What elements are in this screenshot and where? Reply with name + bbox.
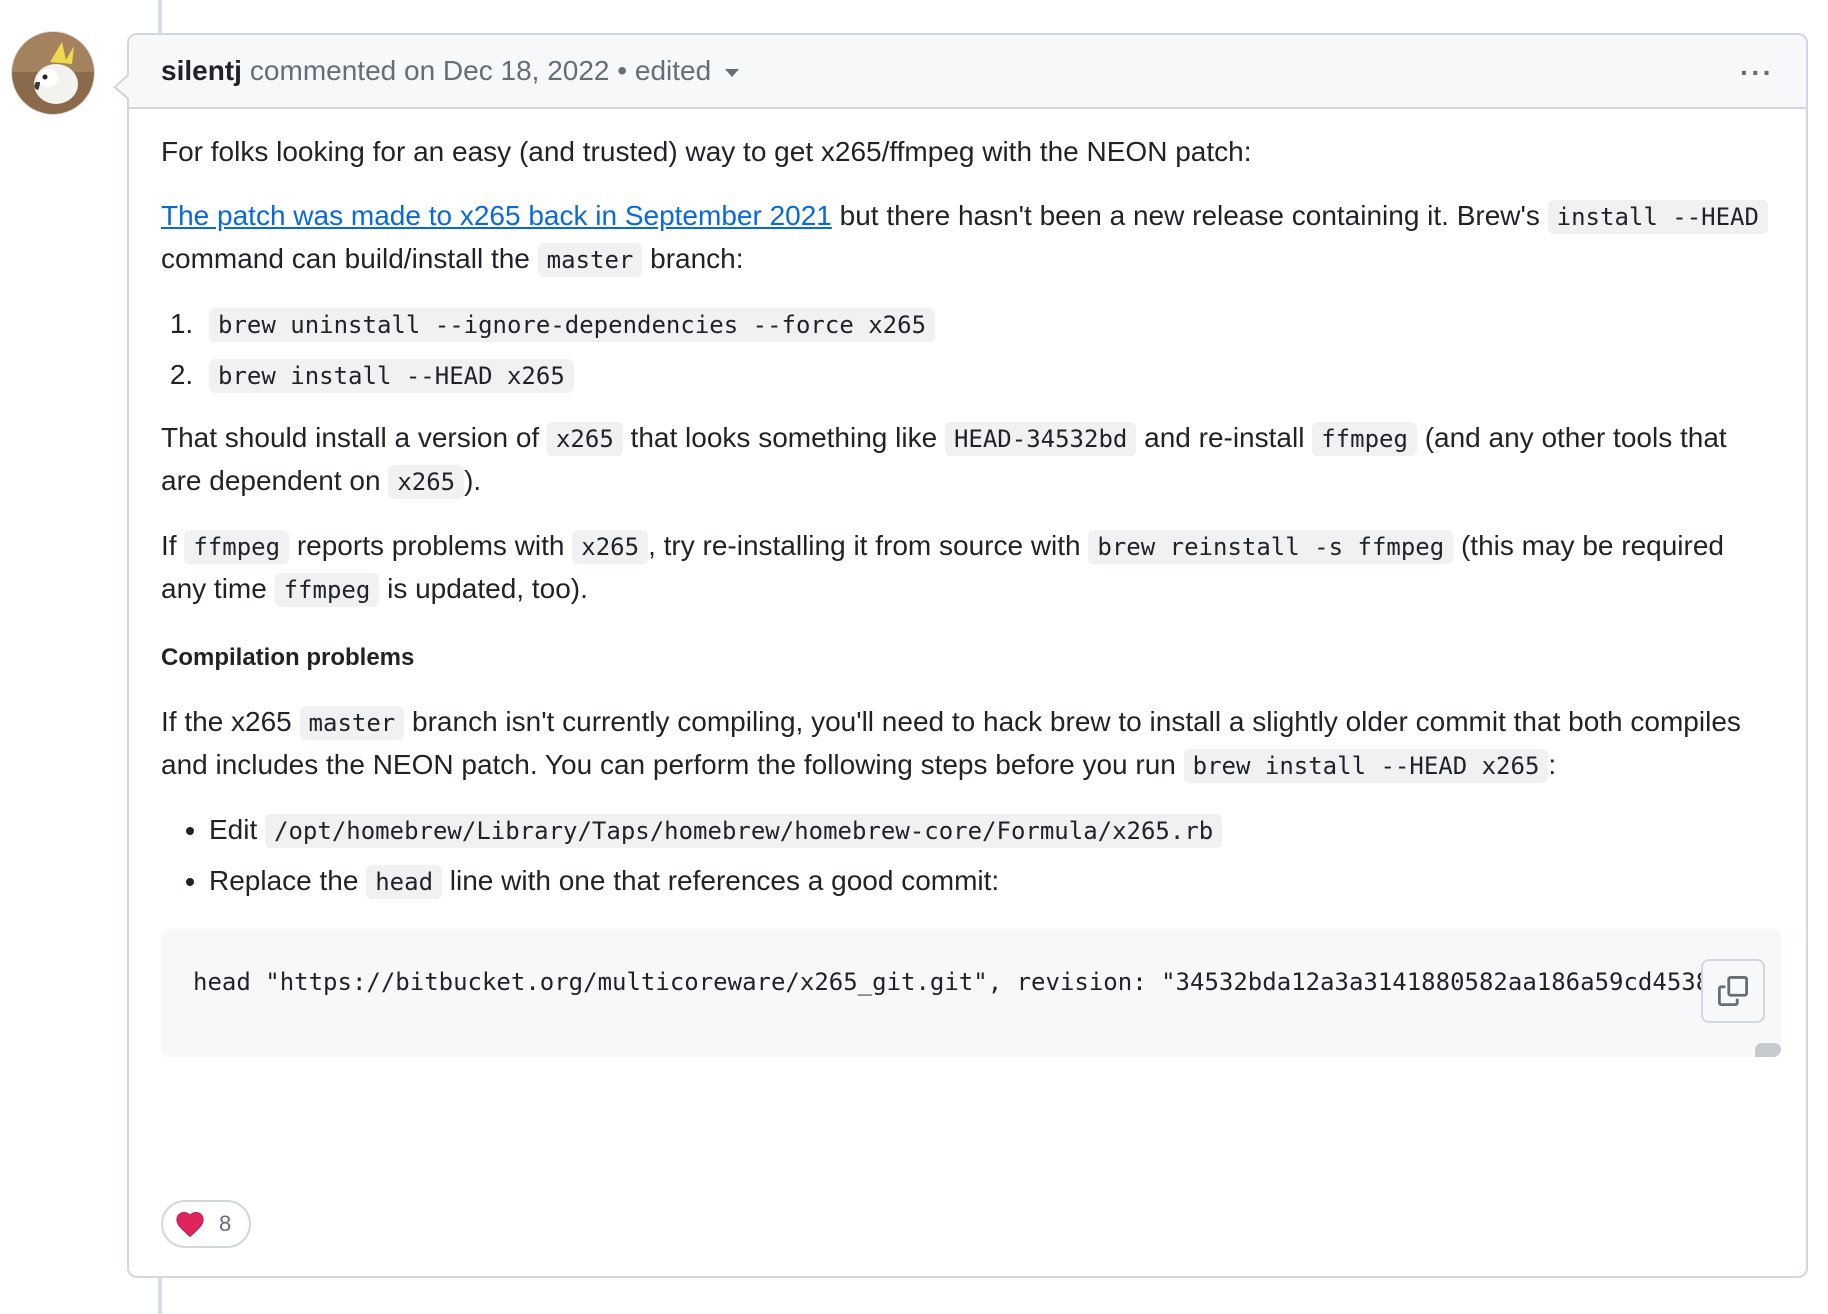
text: branch: — [642, 243, 744, 274]
section-heading: Compilation problems — [161, 644, 415, 671]
chevron-down-icon — [725, 68, 740, 77]
inline-code: ffmpeg — [274, 573, 380, 607]
comment-pointer-fill — [116, 75, 130, 99]
text: that looks something like — [622, 422, 945, 453]
horizontal-scrollbar[interactable] — [1755, 1043, 1781, 1057]
author-link[interactable]: silentj — [161, 55, 242, 87]
inline-code: head — [366, 865, 443, 899]
comment-meta: commented on Dec 18, 2022 • edited — [249, 55, 740, 87]
comment-header: silentj commented on Dec 18, 2022 • edit… — [129, 35, 1806, 109]
text: line with one that references a good com… — [442, 865, 1000, 896]
avatar[interactable] — [12, 32, 94, 114]
paragraph-patch: The patch was made to x265 back in Septe… — [161, 195, 1774, 281]
inline-code: HEAD-34532bd — [944, 422, 1137, 456]
text: reports problems with — [289, 530, 573, 561]
text: : — [1548, 749, 1557, 780]
list-item: Replace the head line with one that refe… — [209, 860, 1774, 903]
text: That should install a version of — [161, 422, 547, 453]
list-item: Edit /opt/homebrew/Library/Taps/homebrew… — [209, 809, 1774, 852]
inline-code: x265 — [572, 530, 649, 564]
inline-code: master — [537, 243, 643, 277]
code-block-text: head "https://bitbucket.org/multicorewar… — [193, 968, 1768, 996]
text: and re-install — [1136, 422, 1313, 453]
list-item: brew uninstall --ignore-dependencies --f… — [201, 303, 1774, 346]
list-item: brew install --HEAD x265 — [201, 354, 1774, 397]
text: Edit — [209, 814, 266, 845]
text: If the x265 — [161, 706, 300, 737]
bullet-list: Edit /opt/homebrew/Library/Taps/homebrew… — [161, 809, 1774, 903]
copy-icon — [1718, 976, 1748, 1006]
text: but there hasn't been a new release cont… — [831, 200, 1548, 231]
text: Replace the — [209, 865, 367, 896]
inline-code: brew reinstall -s ffmpeg — [1088, 530, 1454, 564]
comment-box: silentj commented on Dec 18, 2022 • edit… — [113, 33, 1808, 1278]
inline-code: master — [299, 706, 405, 740]
meta-separator: • — [617, 55, 628, 86]
code-block[interactable]: head "https://bitbucket.org/multicorewar… — [161, 929, 1781, 1057]
heart-icon — [175, 1210, 205, 1238]
text: is updated, too). — [379, 573, 588, 604]
comment-date[interactable]: Dec 18, 2022 — [443, 55, 610, 86]
copy-button[interactable] — [1701, 959, 1765, 1023]
inline-code: brew install --HEAD x265 — [1183, 749, 1549, 783]
paragraph-version: That should install a version of x265 th… — [161, 417, 1774, 503]
text: ). — [464, 465, 482, 496]
comment-body: For folks looking for an easy (and trust… — [129, 109, 1806, 1057]
inline-code: x265 — [388, 465, 465, 499]
heart-reaction-button[interactable]: 8 — [161, 1200, 252, 1248]
paragraph-compilation: If the x265 master branch isn't currentl… — [161, 701, 1774, 787]
text: If — [161, 530, 185, 561]
avatar-image — [12, 32, 94, 114]
inline-code: brew uninstall --ignore-dependencies --f… — [209, 308, 936, 342]
text: command can build/install the — [161, 243, 538, 274]
inline-code: x265 — [546, 422, 623, 456]
more-options-button[interactable]: ··· — [1740, 57, 1774, 89]
patch-link[interactable]: The patch was made to x265 back in Septe… — [161, 200, 832, 231]
meta-prefix: commented on — [249, 55, 436, 86]
inline-code: /opt/homebrew/Library/Taps/homebrew/home… — [265, 814, 1223, 848]
intro-paragraph: For folks looking for an easy (and trust… — [161, 136, 1252, 167]
edited-dropdown[interactable]: edited — [634, 55, 740, 86]
reaction-count: 8 — [219, 1211, 232, 1236]
steps-list: brew uninstall --ignore-dependencies --f… — [161, 303, 1774, 397]
text: , try re-installing it from source with — [648, 530, 1089, 561]
edited-label: edited — [634, 55, 712, 86]
inline-code: ffmpeg — [184, 530, 290, 564]
inline-code: install --HEAD — [1547, 200, 1768, 234]
reactions-bar: 8 — [161, 1200, 252, 1248]
inline-code: brew install --HEAD x265 — [209, 359, 574, 393]
inline-code: ffmpeg — [1312, 422, 1417, 456]
paragraph-reinstall: If ffmpeg reports problems with x265, tr… — [161, 525, 1774, 611]
